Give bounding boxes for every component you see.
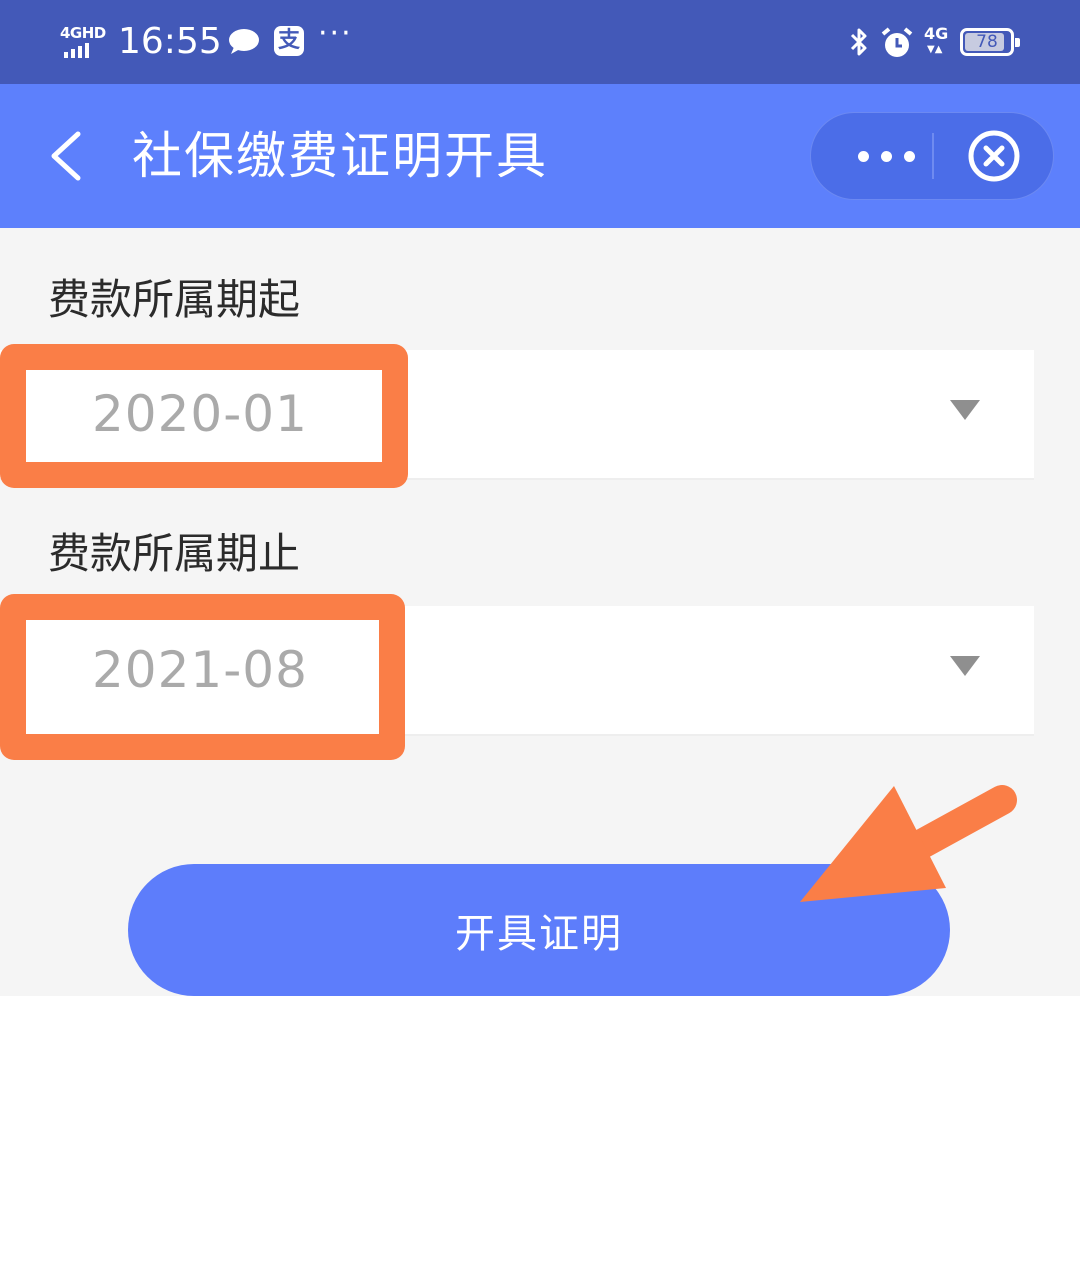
- bluetooth-icon: [850, 28, 867, 56]
- more-notifications-icon: ···: [318, 16, 353, 51]
- battery-level: 78: [976, 32, 998, 52]
- status-time: 16:55: [118, 21, 222, 62]
- annotation-arrow-icon: [800, 785, 1017, 902]
- alarm-icon: [881, 27, 913, 57]
- dropdown-caret-icon: [950, 400, 980, 420]
- end-value-highlight-box: [0, 594, 405, 760]
- mini-program-capsule: [810, 112, 1054, 200]
- close-icon[interactable]: [967, 129, 1021, 183]
- nav-bar: 社保缴费证明开具: [0, 84, 1080, 228]
- battery-icon: 78: [960, 28, 1020, 56]
- form-area: 费款所属期起 2020-01 费款所属期止 2021-08 开具证明: [0, 228, 1080, 996]
- mobile-data-icon: 4G ▼▲: [924, 24, 949, 55]
- page-title: 社保缴费证明开具: [132, 127, 548, 185]
- start-period-label: 费款所属期起: [48, 275, 301, 324]
- network-type-label: 4GHD: [60, 24, 106, 42]
- payment-app-icon: 支: [274, 26, 304, 56]
- status-bar: 4GHD 16:55 支 ··· 4G ▼▲ 78: [0, 0, 1080, 84]
- start-value-highlight-box: [0, 344, 408, 488]
- back-arrow-icon[interactable]: [42, 128, 92, 184]
- end-period-label: 费款所属期止: [48, 529, 301, 578]
- more-options-icon[interactable]: [841, 113, 931, 199]
- cellular-signal-icon: 4GHD: [60, 24, 106, 60]
- capsule-divider: [932, 133, 934, 179]
- chat-notification-icon: [229, 29, 259, 54]
- dropdown-caret-icon: [950, 656, 980, 676]
